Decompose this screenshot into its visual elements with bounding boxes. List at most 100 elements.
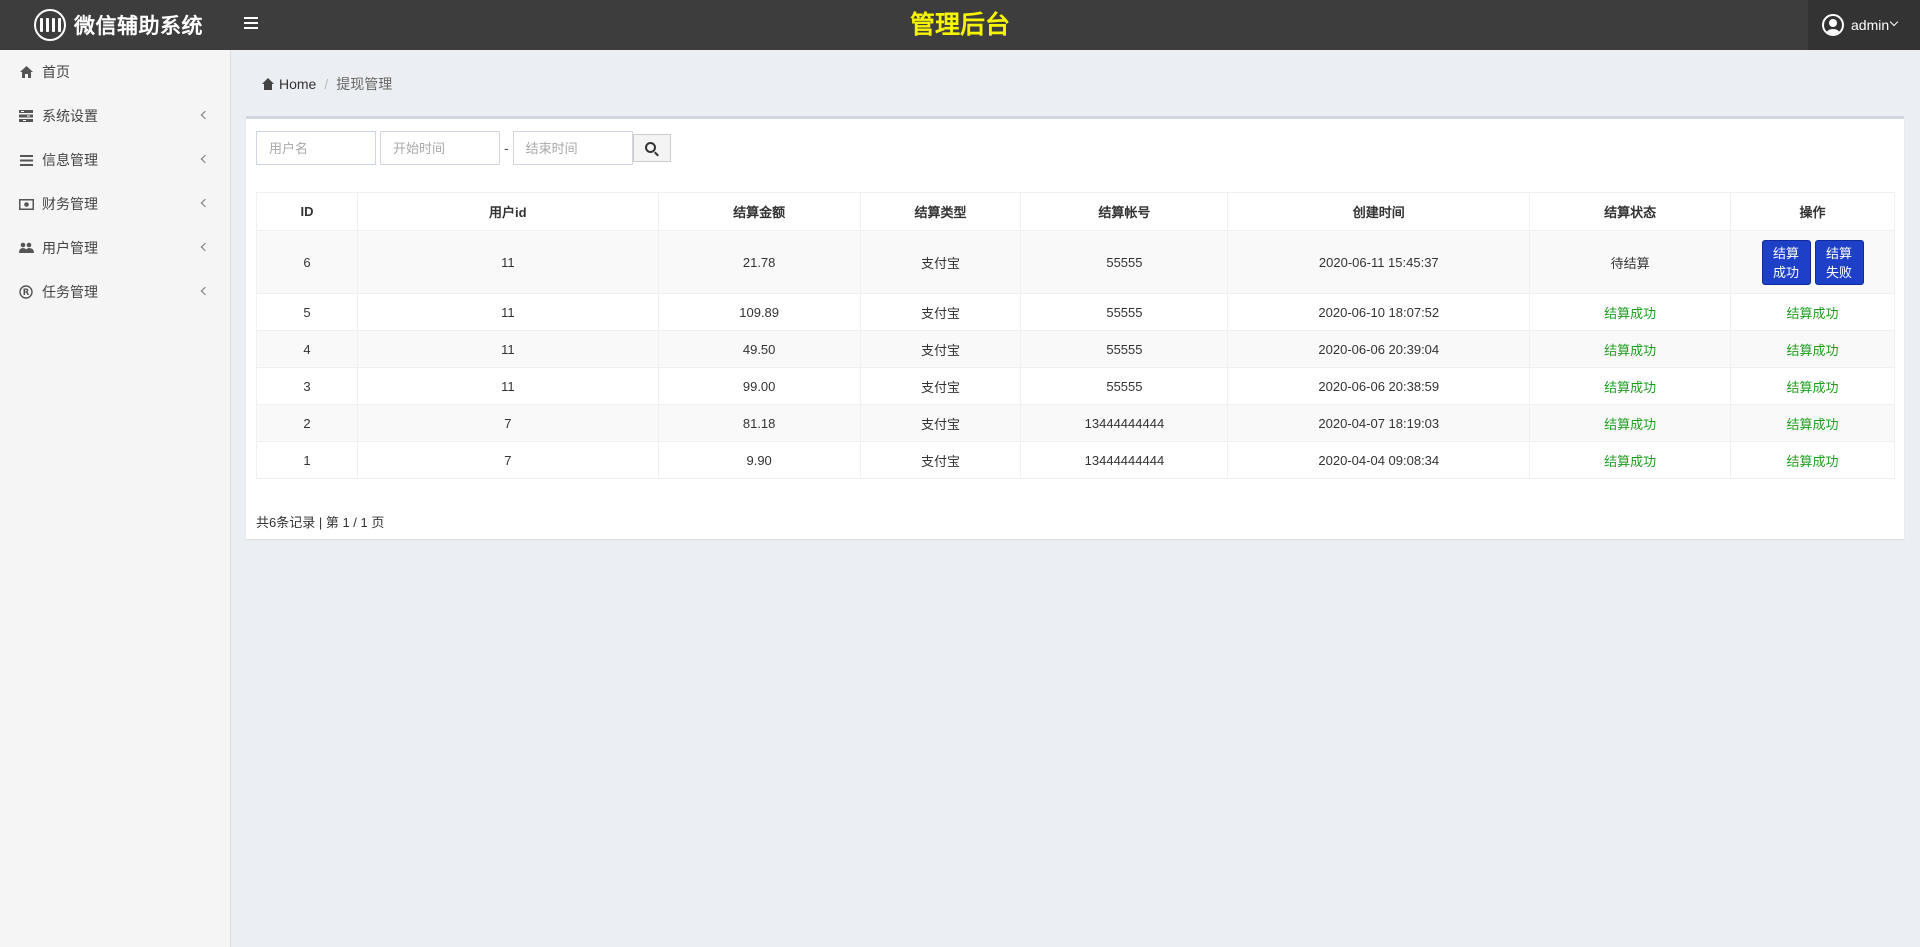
cell-created: 2020-04-04 09:08:34 <box>1227 441 1531 479</box>
cell-account: 55555 <box>1020 293 1229 331</box>
table-row: 6 11 21.78 支付宝 55555 2020-06-11 15:45:37… <box>256 230 1895 294</box>
list-icon <box>18 153 34 167</box>
sidebar-item-task-management[interactable]: R 任务管理 <box>0 270 230 314</box>
sidebar-item-finance-management[interactable]: 财务管理 <box>0 182 230 226</box>
button-label: 结算 <box>1773 245 1800 261</box>
cell-id: 4 <box>256 330 358 368</box>
breadcrumb: Home / 提现管理 <box>261 74 392 94</box>
column-header: 创建时间 <box>1227 192 1531 231</box>
user-avatar-icon <box>1822 14 1844 36</box>
hamburger-menu-icon[interactable] <box>244 17 258 31</box>
sidebar-item-label: 首页 <box>42 64 70 80</box>
start-time-input[interactable] <box>380 131 500 165</box>
cell-created: 2020-06-11 15:45:37 <box>1227 230 1531 294</box>
column-header: 操作 <box>1730 192 1895 231</box>
table-row: 4 11 49.50 支付宝 55555 2020-06-06 20:39:04… <box>256 330 1895 368</box>
cell-type: 支付宝 <box>859 367 1022 405</box>
cell-id: 6 <box>256 230 358 294</box>
cell-status: 结算成功 <box>1529 293 1732 331</box>
chevron-left-icon <box>200 154 210 164</box>
column-header: 用户id <box>356 192 659 231</box>
users-icon <box>18 241 34 255</box>
sidebar-item-label: 财务管理 <box>42 196 98 212</box>
sidebar: 首页 系统设置 信息管理 财务管理 用户管理 R 任务管理 <box>0 50 231 947</box>
cell-user-id: 11 <box>356 230 659 294</box>
cell-action-status: 结算成功 <box>1730 367 1895 405</box>
cell-amount: 109.89 <box>657 293 861 331</box>
button-label: 结算 <box>1826 245 1853 261</box>
search-button[interactable] <box>632 134 671 162</box>
sidebar-item-user-management[interactable]: 用户管理 <box>0 226 230 270</box>
settings-icon <box>18 109 34 123</box>
cell-type: 支付宝 <box>859 404 1022 442</box>
registered-icon: R <box>18 285 34 299</box>
breadcrumb-home-link[interactable]: Home <box>261 76 316 92</box>
home-icon <box>261 78 275 90</box>
svg-text:R: R <box>23 288 30 298</box>
cell-amount: 49.50 <box>657 330 861 368</box>
cell-account: 55555 <box>1020 367 1229 405</box>
cell-id: 2 <box>256 404 358 442</box>
cell-status: 结算成功 <box>1529 330 1732 368</box>
cell-action-status: 结算成功 <box>1730 293 1895 331</box>
table-row: 3 11 99.00 支付宝 55555 2020-06-06 20:38:59… <box>256 367 1895 405</box>
search-icon <box>645 141 657 153</box>
sidebar-item-info-management[interactable]: 信息管理 <box>0 138 230 182</box>
cell-user-id: 11 <box>356 330 659 368</box>
cell-action-status: 结算成功 <box>1730 404 1895 442</box>
table-row: 1 7 9.90 支付宝 13444444444 2020-04-04 09:0… <box>256 441 1895 479</box>
settle-success-button[interactable]: 结算 成功 <box>1761 239 1811 285</box>
cell-user-id: 7 <box>356 404 659 442</box>
chevron-down-icon <box>1889 17 1899 27</box>
cell-created: 2020-06-10 18:07:52 <box>1227 293 1531 331</box>
home-icon <box>18 65 34 79</box>
cell-action-status: 结算成功 <box>1730 330 1895 368</box>
button-label: 成功 <box>1773 264 1800 280</box>
cell-status: 结算成功 <box>1529 367 1732 405</box>
username-input[interactable] <box>256 131 376 165</box>
chevron-left-icon <box>200 242 210 252</box>
column-header: 结算状态 <box>1529 192 1732 231</box>
pagination-info: 共6条记录 | 第 1 / 1 页 <box>256 515 385 530</box>
end-time-input[interactable] <box>512 131 633 165</box>
column-header: 结算金额 <box>657 192 861 231</box>
cell-amount: 9.90 <box>657 441 861 479</box>
cell-id: 5 <box>256 293 358 331</box>
chevron-left-icon <box>200 286 210 296</box>
brand[interactable]: 微信辅助系统 <box>34 0 203 50</box>
username: admin <box>1851 17 1890 33</box>
cell-user-id: 11 <box>356 367 659 405</box>
cell-action-status: 结算成功 <box>1730 441 1895 479</box>
breadcrumb-home-label: Home <box>279 76 317 92</box>
cell-status: 结算成功 <box>1529 404 1732 442</box>
settle-fail-button[interactable]: 结算 失败 <box>1814 239 1864 285</box>
sidebar-item-label: 系统设置 <box>42 108 98 124</box>
top-navbar: 微信辅助系统 管理后台 admin <box>0 0 1920 50</box>
chevron-left-icon <box>200 110 210 120</box>
table-row: 2 7 81.18 支付宝 13444444444 2020-04-07 18:… <box>256 404 1895 442</box>
withdrawal-table: ID 用户id 结算金额 结算类型 结算帐号 创建时间 结算状态 操作 6 11… <box>256 192 1895 479</box>
money-icon <box>18 197 34 211</box>
cell-id: 3 <box>256 367 358 405</box>
cell-type: 支付宝 <box>859 230 1022 294</box>
cell-amount: 81.18 <box>657 404 861 442</box>
sidebar-item-system-settings[interactable]: 系统设置 <box>0 94 230 138</box>
cell-type: 支付宝 <box>859 330 1022 368</box>
sidebar-item-label: 信息管理 <box>42 152 98 168</box>
sidebar-item-label: 用户管理 <box>42 240 98 256</box>
page-heading: 管理后台 <box>909 11 1010 39</box>
cell-id: 1 <box>256 441 358 479</box>
table-row: 5 11 109.89 支付宝 55555 2020-06-10 18:07:5… <box>256 293 1895 331</box>
withdrawal-panel: - ID 用户id 结算金额 结算类型 结算帐号 创建时间 结算状态 操作 6 <box>246 116 1904 539</box>
breadcrumb-current: 提现管理 <box>336 76 393 92</box>
cell-account: 13444444444 <box>1020 404 1229 442</box>
cell-account: 13444444444 <box>1020 441 1229 479</box>
cell-type: 支付宝 <box>859 441 1022 479</box>
cell-user-id: 7 <box>356 441 659 479</box>
cell-created: 2020-04-07 18:19:03 <box>1227 404 1531 442</box>
column-header: 结算帐号 <box>1020 192 1229 231</box>
user-menu[interactable]: admin <box>1808 0 1920 50</box>
cell-amount: 99.00 <box>657 367 861 405</box>
sidebar-item-home[interactable]: 首页 <box>0 50 230 94</box>
brand-logo-icon <box>34 9 66 41</box>
